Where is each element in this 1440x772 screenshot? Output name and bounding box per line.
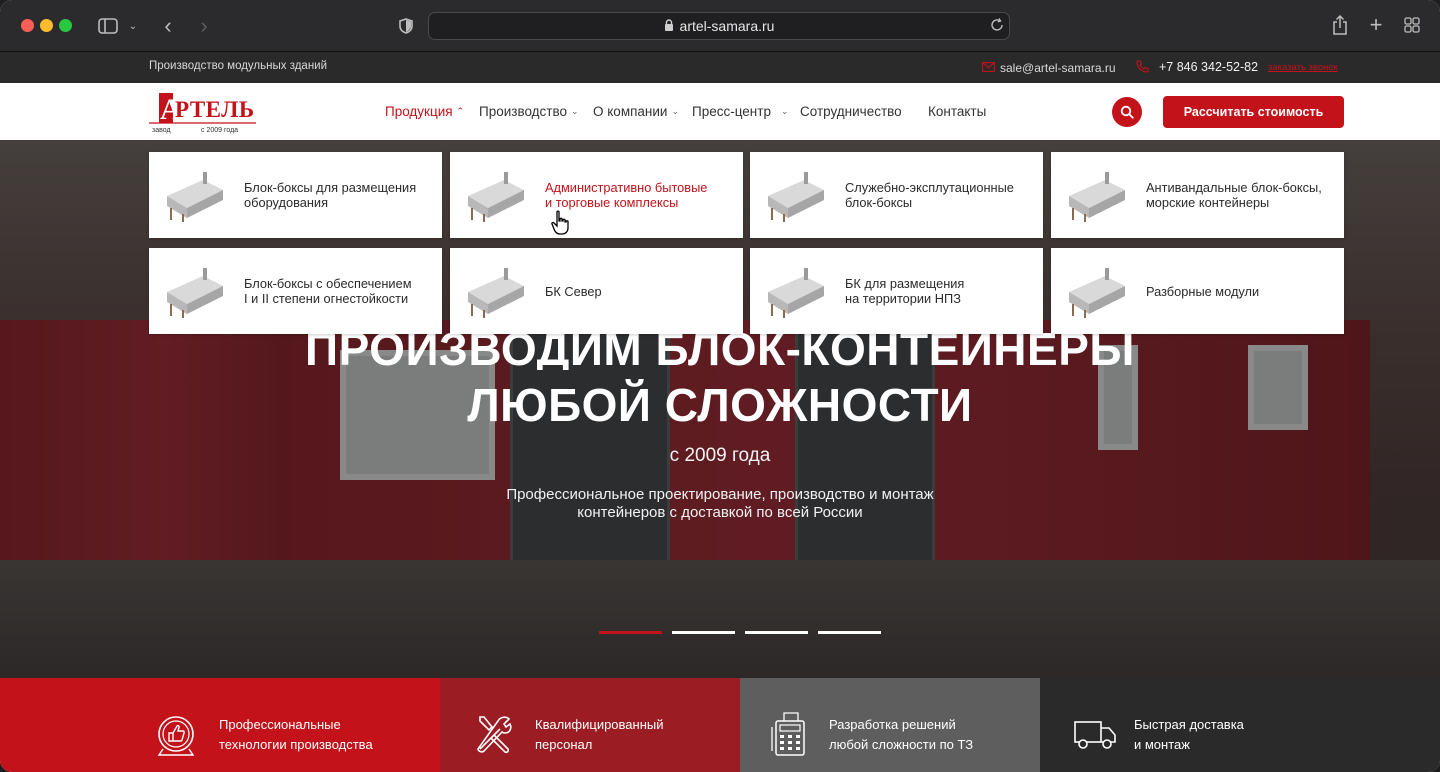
hero-title-line2: ЛЮБОЙ СЛОЖНОСТИ — [467, 379, 973, 431]
browser-toolbar: ⌄ ‹ › artel-samara.ru + — [0, 0, 1440, 52]
feature-personnel: Квалифицированный персонал — [440, 678, 740, 772]
zoom-window-button[interactable] — [59, 19, 72, 32]
slide-indicator[interactable] — [745, 631, 808, 634]
block-box-thumbnail — [1069, 172, 1125, 222]
calculator-icon — [771, 712, 805, 756]
back-icon[interactable]: ‹ — [158, 13, 178, 38]
callback-link[interactable]: заказать звонок — [1268, 62, 1338, 73]
reload-icon[interactable] — [989, 17, 1005, 33]
feature-text: Разработка решений любой сложности по ТЗ — [829, 717, 974, 752]
sidebar-icon[interactable] — [97, 16, 119, 36]
nav-press-label: Пресс-центр — [692, 104, 771, 119]
shield-icon[interactable] — [396, 16, 416, 36]
dropdown-item-equipment-boxes[interactable]: Блок-боксы для размещения оборудования — [149, 152, 442, 238]
block-box-thumbnail — [1069, 268, 1125, 318]
nav-production-label: Производство — [479, 104, 568, 119]
top-info-bar: Производство модульных зданий sale@artel… — [0, 52, 1440, 83]
calculate-cost-button[interactable]: Рассчитать стоимость — [1163, 96, 1344, 128]
tagline: Производство модульных зданий — [149, 60, 328, 72]
slide-indicator[interactable] — [818, 631, 881, 634]
feature-text: Профессиональные технологии производства — [219, 717, 373, 752]
dropdown-item-service-boxes[interactable]: Служебно-эксплутационные блок-боксы — [750, 152, 1043, 238]
feature-text: Квалифицированный персонал — [535, 717, 664, 752]
company-logo[interactable]: А РТЕЛЬ завод с 2009 года — [149, 89, 259, 137]
nav-production[interactable]: Производство ⌄ — [479, 104, 579, 119]
chevron-down-icon: ⌄ — [780, 106, 789, 116]
nav-cooperation-label: Сотрудничество — [800, 104, 902, 119]
nav-about[interactable]: О компании ⌄ — [593, 104, 679, 119]
truck-icon — [1074, 721, 1116, 749]
mail-icon — [982, 62, 995, 75]
dropdown-item-label: Антивандальные блок-боксы, морские конте… — [1146, 180, 1322, 210]
dropdown-item-bk-sever[interactable]: БК Север — [450, 248, 743, 334]
lock-icon — [664, 18, 674, 34]
dropdown-item-admin-complexes[interactable]: Административно бытовые и торговые компл… — [450, 152, 743, 238]
dropdown-item-label: Разборные модули — [1146, 283, 1260, 299]
nav-press[interactable]: Пресс-центр ⌄ — [692, 104, 789, 119]
dropdown-item-antivandal-boxes[interactable]: Антивандальные блок-боксы, морские конте… — [1051, 152, 1344, 238]
chevron-down-icon: ⌄ — [671, 106, 680, 116]
browser-window: ⌄ ‹ › artel-samara.ru + Производство мод… — [0, 0, 1440, 772]
block-box-thumbnail — [468, 172, 524, 222]
nav-products[interactable]: Продукция ⌃ — [385, 104, 464, 119]
dropdown-item-label: Блок-боксы для размещения оборудования — [244, 180, 417, 210]
dropdown-item-label: Административно бытовые и торговые компл… — [545, 180, 708, 210]
dropdown-item-fireproof-boxes[interactable]: Блок-боксы с обеспечением I и II степени… — [149, 248, 442, 334]
nav-contacts[interactable]: Контакты — [928, 104, 986, 119]
chevron-up-icon: ⌃ — [456, 106, 465, 116]
feature-technology: Профессиональные технологии производства — [0, 678, 440, 772]
address-bar[interactable]: artel-samara.ru — [428, 12, 1010, 40]
hero-since: с 2009 года — [669, 445, 771, 466]
slide-indicator-active[interactable] — [599, 631, 662, 634]
block-box-thumbnail — [768, 172, 824, 222]
svg-text:РТЕЛЬ: РТЕЛЬ — [175, 97, 255, 122]
block-box-thumbnail — [167, 172, 223, 222]
dropdown-item-collapsible-modules[interactable]: Разборные модули — [1051, 248, 1344, 334]
dropdown-item-label: Блок-боксы с обеспечением I и II степени… — [244, 276, 412, 306]
hero-desc-line2: контейнеров с доставкой по всей России — [577, 504, 863, 521]
svg-text:с 2009 года: с 2009 года — [201, 127, 238, 134]
tab-overview-icon[interactable] — [1403, 16, 1421, 34]
forward-icon[interactable]: › — [194, 13, 214, 38]
feature-solutions: Разработка решений любой сложности по ТЗ — [740, 678, 1040, 772]
site-header: А РТЕЛЬ завод с 2009 года Продукция ⌃ Про… — [0, 83, 1440, 140]
slide-indicator[interactable] — [672, 631, 735, 634]
nav-about-label: О компании — [593, 104, 668, 119]
hand-cursor-icon — [551, 210, 569, 235]
feature-text: Быстрая доставка и монтаж — [1134, 717, 1244, 752]
dropdown-item-label: БК Север — [545, 283, 602, 299]
hero-desc-line1: Профессиональное проектирование, произво… — [506, 486, 934, 503]
dropdown-item-label: Служебно-эксплутационные блок-боксы — [845, 180, 1014, 210]
new-tab-icon[interactable]: + — [1366, 12, 1386, 37]
block-box-thumbnail — [167, 268, 223, 318]
search-icon — [1120, 105, 1134, 119]
block-box-thumbnail — [468, 268, 524, 318]
phone-link[interactable]: +7 846 342-52-82 — [1159, 60, 1258, 74]
search-button[interactable] — [1112, 97, 1142, 127]
dropdown-item-npz-boxes[interactable]: БК для размещения на территории НПЗ — [750, 248, 1043, 334]
minimize-window-button[interactable] — [40, 19, 53, 32]
nav-products-label: Продукция — [385, 104, 453, 119]
close-window-button[interactable] — [21, 19, 34, 32]
dropdown-item-label: БК для размещения на территории НПЗ — [845, 276, 965, 306]
thumbs-up-badge-icon — [157, 716, 195, 756]
nav-cooperation[interactable]: Сотрудничество — [800, 104, 902, 119]
phone-icon — [1136, 60, 1149, 76]
feature-delivery: Быстрая доставка и монтаж — [1040, 678, 1440, 772]
nav-contacts-label: Контакты — [928, 104, 987, 119]
products-dropdown-menu: Блок-боксы для размещения оборудования А… — [149, 152, 1344, 334]
svg-text:завод: завод — [152, 127, 171, 134]
url-text: artel-samara.ru — [679, 18, 775, 34]
tools-icon — [477, 716, 512, 754]
share-icon[interactable] — [1330, 14, 1350, 36]
email-link[interactable]: sale@artel-samara.ru — [1000, 61, 1116, 75]
block-box-thumbnail — [768, 268, 824, 318]
chevron-down-icon: ⌄ — [571, 106, 579, 116]
chevron-down-icon[interactable]: ⌄ — [126, 18, 140, 34]
